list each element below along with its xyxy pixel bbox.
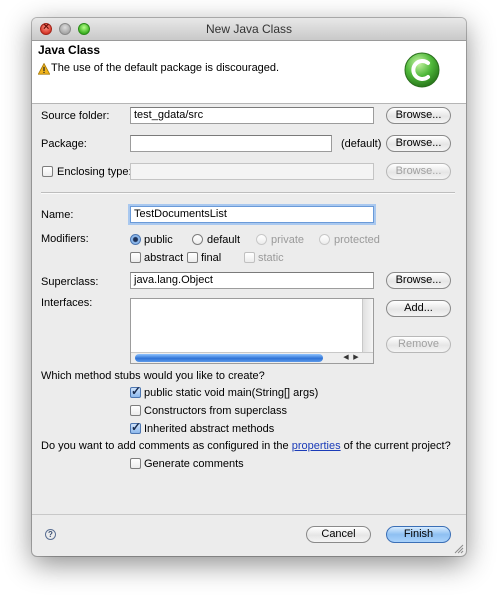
class-name-field[interactable]: TestDocumentsList — [130, 206, 374, 223]
interfaces-horizontal-scrollbar[interactable]: ◀ ▶ — [131, 352, 373, 363]
source-folder-label: Source folder: — [41, 110, 110, 122]
enclosing-type-checkbox[interactable] — [42, 166, 53, 177]
package-field[interactable] — [130, 135, 332, 152]
title-bar[interactable]: New Java Class — [32, 18, 466, 41]
modifier-public-label: public — [144, 234, 173, 246]
warning-icon — [38, 63, 50, 75]
package-label: Package: — [41, 138, 87, 150]
enclosing-type-field[interactable] — [130, 163, 374, 180]
enclosing-type-browse-button[interactable]: Browse... — [386, 163, 451, 180]
wizard-message: The use of the default package is discou… — [51, 62, 280, 74]
modifier-private-label: private — [271, 234, 305, 246]
interfaces-label: Interfaces: — [41, 297, 93, 309]
add-interface-button[interactable]: Add... — [386, 300, 451, 317]
source-folder-browse-button[interactable]: Browse... — [386, 107, 451, 124]
horizontal-scroll-thumb[interactable] — [135, 354, 323, 362]
comments-question: Do you want to add comments as configure… — [41, 440, 451, 452]
scroll-left-arrow-icon[interactable]: ◀ — [341, 353, 351, 363]
package-browse-button[interactable]: Browse... — [386, 135, 451, 152]
finish-button[interactable]: Finish — [386, 526, 451, 543]
footer-divider — [32, 514, 466, 515]
interfaces-list[interactable]: ◀ ▶ — [130, 298, 374, 364]
comments-question-suffix: of the current project? — [340, 440, 451, 452]
comments-question-text: Do you want to add comments as configure… — [41, 440, 292, 452]
superclass-label: Superclass: — [41, 276, 99, 288]
section-divider — [41, 192, 455, 194]
method-stubs-question: Which method stubs would you like to cre… — [41, 370, 265, 382]
superclass-field[interactable]: java.lang.Object — [130, 272, 374, 289]
new-class-wizard-icon — [404, 52, 440, 88]
generate-comments-checkbox[interactable] — [130, 458, 141, 469]
modifiers-label: Modifiers: — [41, 233, 89, 245]
window-title: New Java Class — [205, 22, 293, 36]
modifier-abstract-label: abstract — [144, 252, 184, 264]
cancel-button[interactable]: Cancel — [306, 526, 371, 543]
modifier-protected-radio[interactable] — [319, 234, 330, 245]
source-folder-field[interactable]: test_gdata/src — [130, 107, 374, 124]
properties-link[interactable]: properties — [292, 440, 341, 452]
modifier-static-label: static — [258, 252, 284, 264]
main-method-label: public static void main(String[] args) — [144, 387, 319, 399]
modifier-public-radio[interactable] — [130, 234, 141, 245]
help-icon[interactable]: ? — [45, 529, 56, 540]
constructors-checkbox[interactable] — [130, 405, 141, 416]
new-java-class-dialog: New Java Class Java Class The use of the… — [32, 18, 466, 556]
wizard-page-title: Java Class — [38, 43, 101, 57]
inherited-abstract-checkbox[interactable] — [130, 420, 141, 434]
modifier-private-radio[interactable] — [256, 234, 267, 245]
scroll-right-arrow-icon[interactable]: ▶ — [351, 353, 361, 363]
name-label: Name: — [41, 209, 74, 221]
modifier-static-checkbox[interactable] — [244, 252, 255, 263]
modifier-default-radio[interactable] — [192, 234, 203, 245]
modifier-final-checkbox[interactable] — [187, 252, 198, 263]
remove-interface-button[interactable]: Remove — [386, 336, 451, 353]
package-default-hint: (default) — [341, 138, 382, 150]
main-method-checkbox[interactable] — [130, 384, 141, 398]
resize-grip-icon[interactable] — [454, 544, 464, 554]
modifier-default-label: default — [207, 234, 241, 246]
inherited-abstract-label: Inherited abstract methods — [144, 423, 275, 435]
enclosing-type-label: Enclosing type: — [57, 166, 132, 178]
wizard-header: Java Class The use of the default packag… — [32, 41, 466, 104]
superclass-browse-button[interactable]: Browse... — [386, 272, 451, 289]
constructors-label: Constructors from superclass — [144, 405, 288, 417]
modifier-protected-label: protected — [334, 234, 380, 246]
modifier-abstract-checkbox[interactable] — [130, 252, 141, 263]
modifier-final-label: final — [201, 252, 222, 264]
generate-comments-label: Generate comments — [144, 458, 244, 470]
